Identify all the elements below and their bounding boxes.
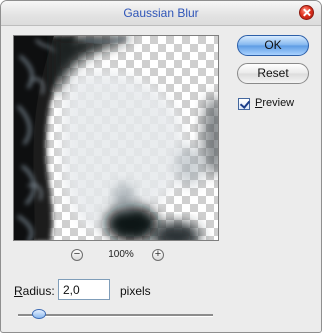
ok-button[interactable]: OK	[237, 35, 309, 56]
zoom-out-icon[interactable]: −	[71, 249, 83, 261]
preview-image-content	[14, 36, 218, 240]
radius-slider-track[interactable]	[18, 314, 213, 317]
reset-button[interactable]: Reset	[237, 63, 309, 84]
radius-input[interactable]	[58, 279, 110, 300]
zoom-level: 100%	[108, 249, 134, 260]
preview-checkbox[interactable]	[238, 98, 250, 110]
radius-unit-label: pixels	[120, 284, 151, 298]
gaussian-blur-dialog: Gaussian Blur − 100% + OK Reset Preview …	[0, 0, 322, 333]
zoom-in-icon[interactable]: +	[152, 249, 164, 261]
preview-label: Preview	[255, 97, 295, 109]
close-icon[interactable]	[299, 5, 314, 20]
blur-preview-image[interactable]	[13, 35, 219, 241]
title-bar[interactable]: Gaussian Blur	[1, 1, 321, 26]
radius-label: Radius:	[14, 284, 55, 298]
zoom-controls: − 100% +	[13, 249, 219, 263]
dialog-title: Gaussian Blur	[123, 6, 199, 20]
radius-slider-thumb[interactable]	[32, 309, 46, 319]
